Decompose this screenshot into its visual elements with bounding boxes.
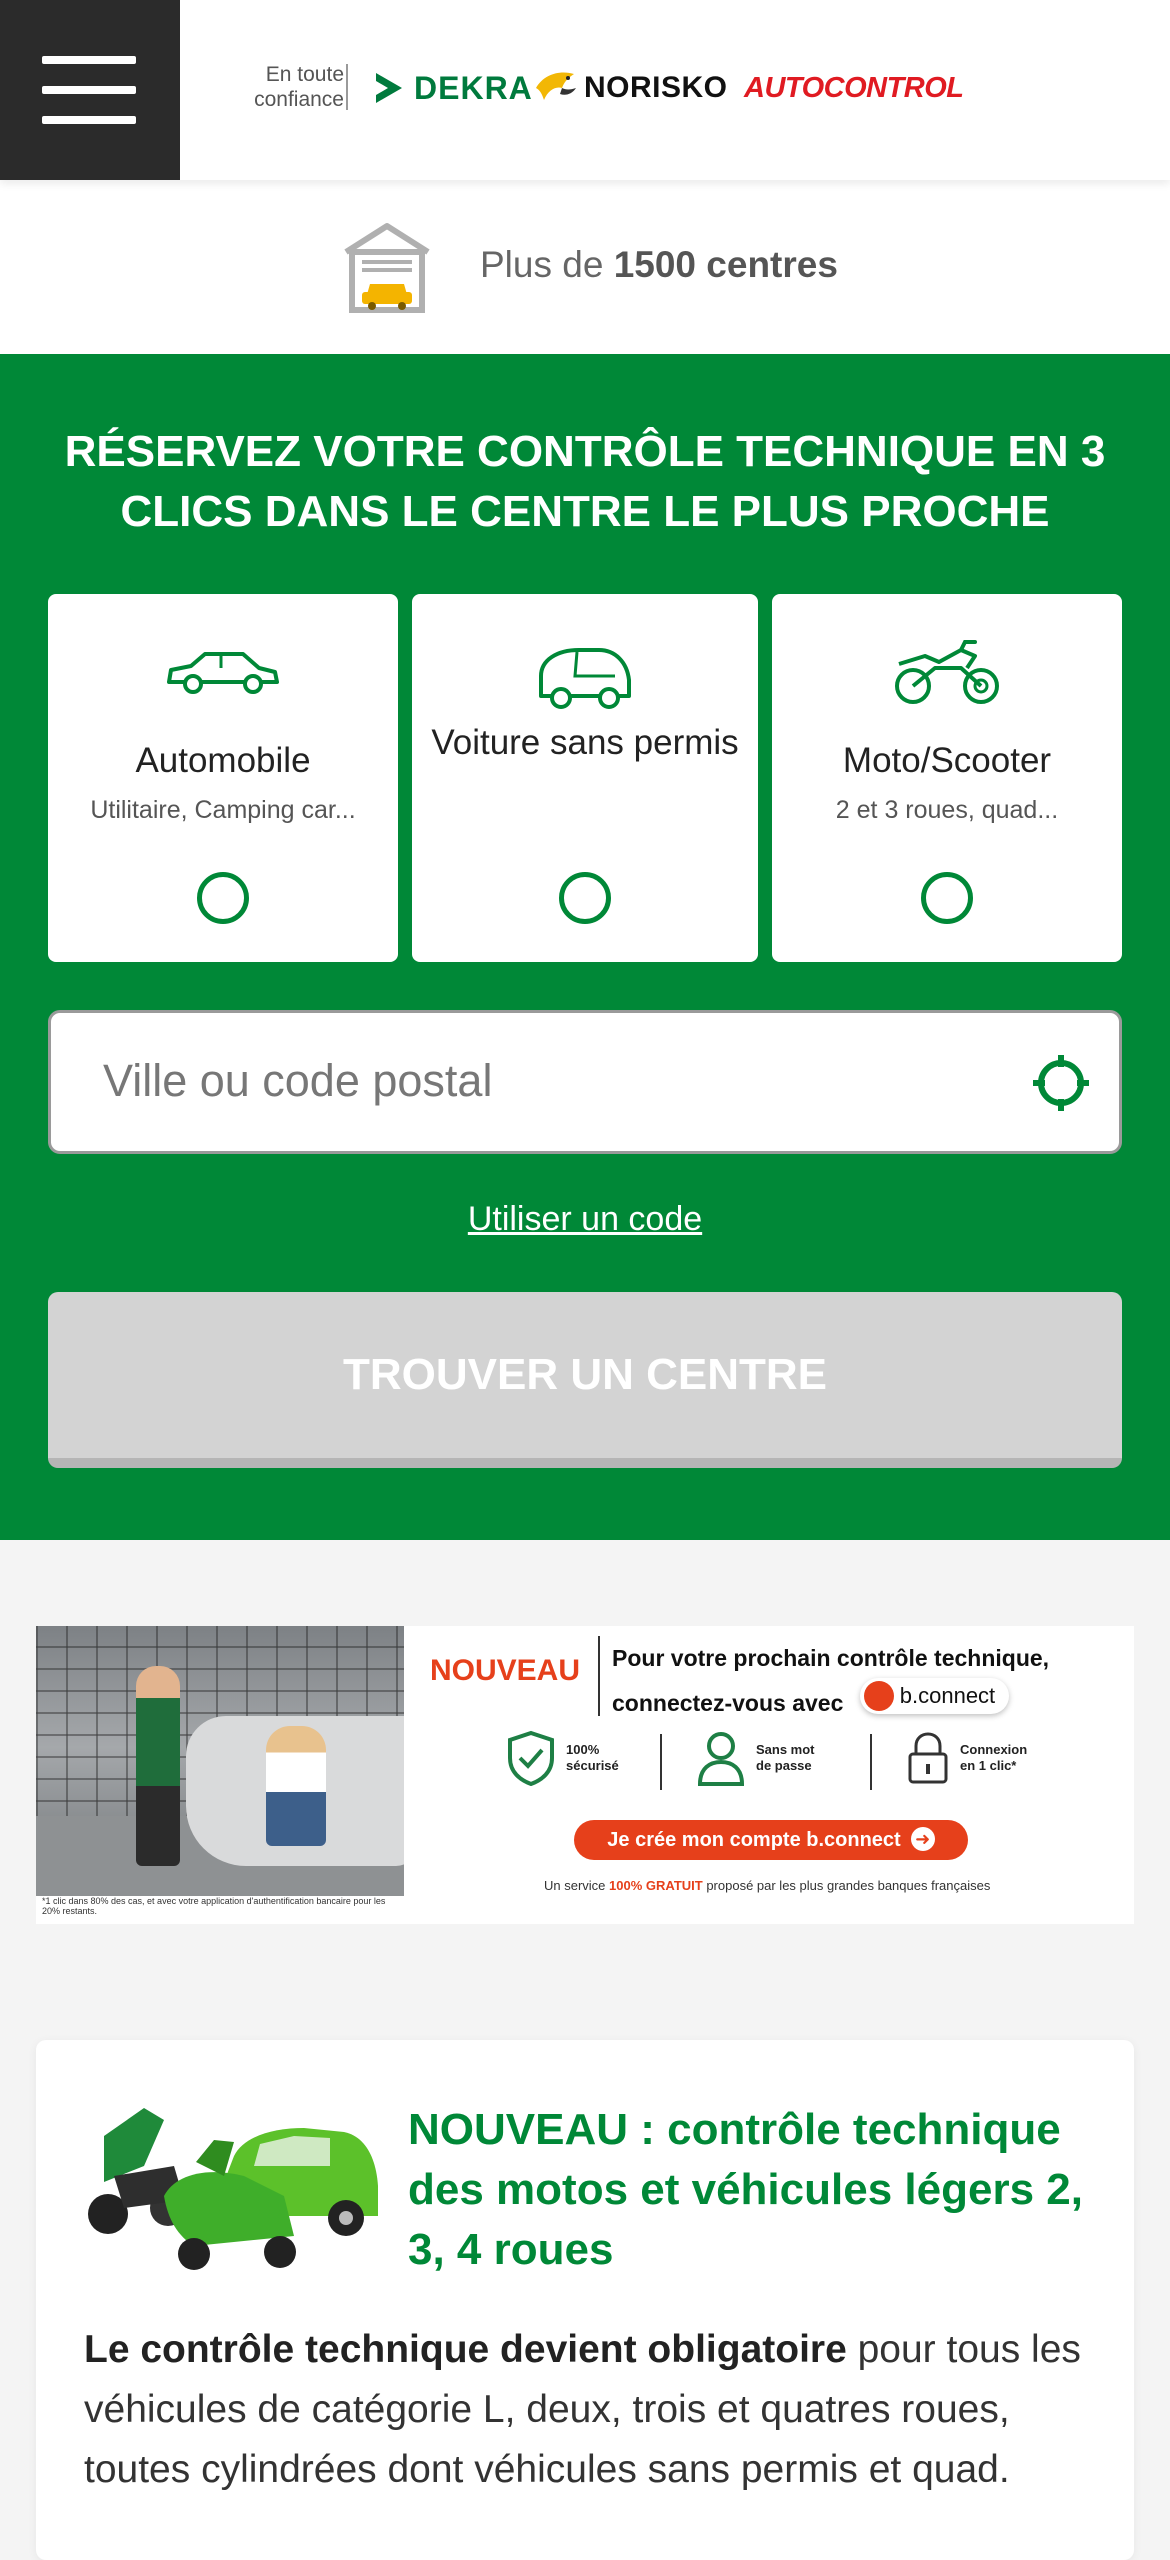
centres-highlight: 1500 centres bbox=[613, 244, 838, 285]
banner-headline-2-text: connectez-vous avec bbox=[612, 1690, 844, 1716]
vehicle-title: Moto/Scooter bbox=[842, 741, 1052, 780]
garage-car-icon bbox=[344, 223, 430, 313]
shield-check-icon bbox=[508, 1730, 554, 1786]
vehicle-icon-wrapper bbox=[412, 646, 758, 717]
user-icon bbox=[697, 1732, 745, 1786]
eagle-icon bbox=[536, 72, 576, 100]
dekra-mark-icon bbox=[376, 73, 402, 103]
vehicle-subtitle: Utilitaire, Camping car... bbox=[90, 796, 356, 824]
bconnect-logo-icon bbox=[863, 1681, 894, 1711]
news-body-bold: Le contrôle technique devient obligatoir… bbox=[84, 2328, 847, 2371]
bconnect-label: b.connect bbox=[899, 1683, 996, 1708]
banner-note-highlight: 100% GRATUIT bbox=[609, 1878, 703, 1893]
bconnect-banner[interactable]: *1 clic dans 80% des cas, et avec votre … bbox=[36, 1626, 1134, 1924]
norisko-logo[interactable]: NORISKO bbox=[534, 64, 728, 112]
banner-note-suffix: proposé par les plus grandes banques fra… bbox=[702, 1878, 991, 1893]
vehicle-option-automobile[interactable]: Automobile Utilitaire, Camping car... bbox=[48, 594, 398, 962]
banner-note: Un service 100% GRATUIT proposé par les … bbox=[36, 1878, 1134, 1893]
banner-headline-2: connectez-vous avec b.connect bbox=[612, 1678, 1049, 1723]
booking-section: RÉSERVEZ VOTRE CONTRÔLE TECHNIQUE EN 3 C… bbox=[0, 354, 1170, 1540]
news-body: Le contrôle technique devient obligatoir… bbox=[84, 2320, 1104, 2500]
feature-divider bbox=[660, 1734, 662, 1790]
feature-secure-1: 100% bbox=[566, 1742, 600, 1757]
feature-text: 100% sécurisé bbox=[566, 1742, 619, 1774]
centres-strip: Plus de 1500 centres bbox=[0, 180, 1170, 354]
car-icon bbox=[167, 652, 279, 694]
feature-secure: 100% sécurisé bbox=[506, 1730, 619, 1786]
padlock-icon bbox=[908, 1732, 948, 1784]
feature-divider bbox=[870, 1734, 872, 1790]
customer-figure bbox=[266, 1726, 326, 1846]
centres-prefix: Plus de bbox=[480, 244, 614, 285]
feature-secure-2: sécurisé bbox=[566, 1758, 619, 1773]
vehicle-subtitle: 2 et 3 roues, quad... bbox=[835, 796, 1059, 824]
feature-click-2: en 1 clic* bbox=[960, 1758, 1017, 1773]
microcar-icon bbox=[539, 648, 631, 709]
inspector-figure bbox=[136, 1666, 180, 1866]
banner-headline: Pour votre prochain contrôle technique, … bbox=[612, 1638, 1049, 1723]
tagline: En toute confiance bbox=[254, 63, 344, 111]
news-card: NOUVEAU : contrôle technique des motos e… bbox=[36, 2040, 1134, 2560]
norisko-label: NORISKO bbox=[584, 71, 728, 104]
vehicle-option-moto-scooter[interactable]: Moto/Scooter 2 et 3 roues, quad... bbox=[772, 594, 1122, 962]
locate-target-icon[interactable] bbox=[1031, 1053, 1091, 1113]
banner-divider bbox=[598, 1636, 600, 1716]
booking-title: RÉSERVEZ VOTRE CONTRÔLE TECHNIQUE EN 3 C… bbox=[64, 427, 1106, 536]
bconnect-badge: b.connect bbox=[859, 1678, 1010, 1714]
banner-note-prefix: Un service bbox=[544, 1878, 610, 1893]
feature-no-password: Sans mot de passe bbox=[696, 1730, 815, 1786]
banner-footnote: *1 clic dans 80% des cas, et avec votre … bbox=[42, 1896, 386, 1916]
location-search-box bbox=[48, 1010, 1122, 1154]
dekra-logo[interactable]: DEKRA bbox=[372, 66, 533, 110]
feature-text: Connexion en 1 clic* bbox=[960, 1742, 1027, 1774]
banner-headline-1: Pour votre prochain contrôle technique, bbox=[612, 1645, 1050, 1671]
vehicle-radio-voiture-sans-permis[interactable] bbox=[559, 872, 611, 924]
hamburger-menu-icon[interactable] bbox=[0, 0, 180, 180]
autocontrol-label: AUTOCONTROL bbox=[744, 71, 964, 104]
feature-password-2: de passe bbox=[756, 1758, 812, 1773]
banner-photo bbox=[36, 1626, 404, 1896]
feature-click-1: Connexion bbox=[960, 1742, 1028, 1757]
centres-count: Plus de 1500 centres bbox=[480, 244, 838, 286]
vehicle-radio-moto-scooter[interactable] bbox=[921, 872, 973, 924]
vehicle-option-voiture-sans-permis[interactable]: Voiture sans permis bbox=[412, 594, 758, 962]
use-code-link[interactable]: Utiliser un code bbox=[468, 1200, 702, 1238]
news-title: NOUVEAU : contrôle technique des motos e… bbox=[408, 2105, 1083, 2274]
feature-one-click: Connexion en 1 clic* bbox=[906, 1730, 1027, 1786]
banner-nouveau: NOUVEAU bbox=[430, 1654, 581, 1687]
vehicle-icon-wrapper bbox=[772, 638, 1122, 713]
banner-cta-label: Je crée mon compte b.connect bbox=[607, 1829, 901, 1851]
location-search-input[interactable] bbox=[101, 1041, 1001, 1121]
dekra-label: DEKRA bbox=[414, 69, 533, 106]
vehicle-title: Voiture sans permis bbox=[431, 723, 739, 762]
site-header: En toute confiance DEKRA NORISKO AUTOCON… bbox=[0, 0, 1170, 180]
vehicle-radio-automobile[interactable] bbox=[197, 872, 249, 924]
create-bconnect-account-button[interactable]: Je crée mon compte b.connect ➜ bbox=[574, 1820, 968, 1860]
feature-password-1: Sans mot bbox=[756, 1742, 815, 1757]
autocontrol-logo[interactable]: AUTOCONTROL bbox=[744, 64, 964, 112]
arrow-right-icon: ➜ bbox=[910, 1826, 935, 1851]
vehicle-icon-wrapper bbox=[48, 646, 398, 703]
motorcycle-icon bbox=[895, 640, 999, 704]
tagline-divider bbox=[346, 64, 348, 110]
vehicles-illustration bbox=[88, 2108, 378, 2270]
vehicle-title: Automobile bbox=[135, 741, 311, 780]
use-code-row: Utiliser un code bbox=[0, 1200, 1170, 1239]
feature-text: Sans mot de passe bbox=[756, 1742, 815, 1774]
find-centre-button[interactable]: TROUVER UN CENTRE bbox=[48, 1292, 1122, 1468]
